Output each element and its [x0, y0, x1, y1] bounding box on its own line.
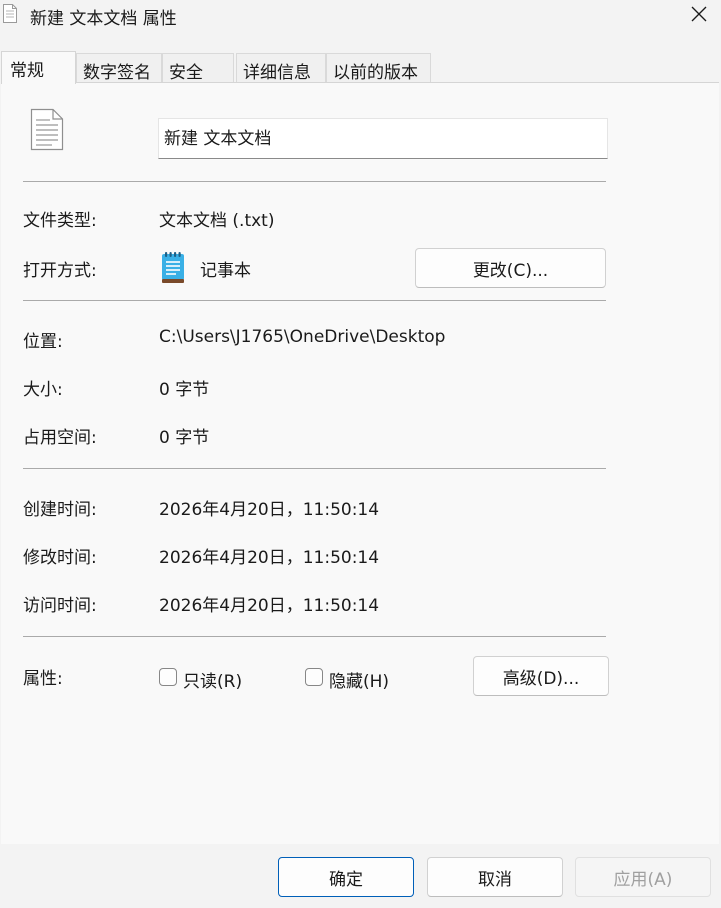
file-type-label: 文件类型:: [23, 211, 97, 231]
tab-digital-signatures[interactable]: 数字签名: [76, 53, 162, 83]
size-on-disk-value: 0 字节: [159, 428, 210, 448]
general-panel: [1, 82, 719, 844]
accessed-label: 访问时间:: [23, 596, 97, 616]
modified-value: 2026年4月20日，11:50:14: [159, 548, 380, 568]
ok-button[interactable]: 确定: [278, 857, 414, 897]
tab-general[interactable]: 常规: [1, 51, 76, 84]
change-button[interactable]: 更改(C)...: [415, 248, 606, 288]
readonly-label[interactable]: 只读(R): [183, 667, 242, 692]
file-type-value: 文本文档 (.txt): [159, 211, 275, 231]
separator: [23, 181, 606, 182]
text-document-icon: [3, 4, 17, 23]
tab-details[interactable]: 详细信息: [236, 53, 326, 83]
close-icon: [691, 6, 707, 22]
readonly-checkbox[interactable]: [159, 668, 177, 686]
created-value: 2026年4月20日，11:50:14: [159, 500, 380, 520]
size-value: 0 字节: [159, 380, 210, 400]
apply-button[interactable]: 应用(A): [575, 857, 711, 897]
title-bar: 新建 文本文档 属性: [0, 0, 721, 38]
separator: [23, 300, 606, 301]
location-label: 位置:: [23, 332, 63, 352]
location-value: C:\Users\J1765\OneDrive\Desktop: [159, 327, 446, 347]
file-name-input[interactable]: [158, 118, 608, 159]
text-document-icon: [30, 108, 64, 151]
modified-label: 修改时间:: [23, 548, 97, 568]
separator: [23, 468, 606, 469]
size-label: 大小:: [23, 380, 63, 400]
size-on-disk-label: 占用空间:: [23, 428, 97, 448]
window-title: 新建 文本文档 属性: [30, 9, 177, 29]
created-label: 创建时间:: [23, 500, 97, 520]
cancel-button[interactable]: 取消: [427, 857, 563, 897]
open-with-app: 记事本: [200, 261, 251, 281]
hidden-checkbox[interactable]: [305, 668, 323, 686]
close-button[interactable]: [671, 0, 721, 32]
tab-previous-versions[interactable]: 以前的版本: [326, 53, 431, 83]
open-with-label: 打开方式:: [23, 261, 97, 281]
attributes-label: 属性:: [23, 669, 63, 689]
notepad-icon: [162, 252, 184, 283]
tab-security[interactable]: 安全: [162, 53, 234, 83]
advanced-button[interactable]: 高级(D)...: [473, 656, 609, 696]
separator: [23, 636, 606, 637]
hidden-label[interactable]: 隐藏(H): [329, 667, 389, 692]
tab-strip: 常规 数字签名 安全 详细信息 以前的版本: [0, 51, 721, 84]
accessed-value: 2026年4月20日，11:50:14: [159, 596, 380, 616]
